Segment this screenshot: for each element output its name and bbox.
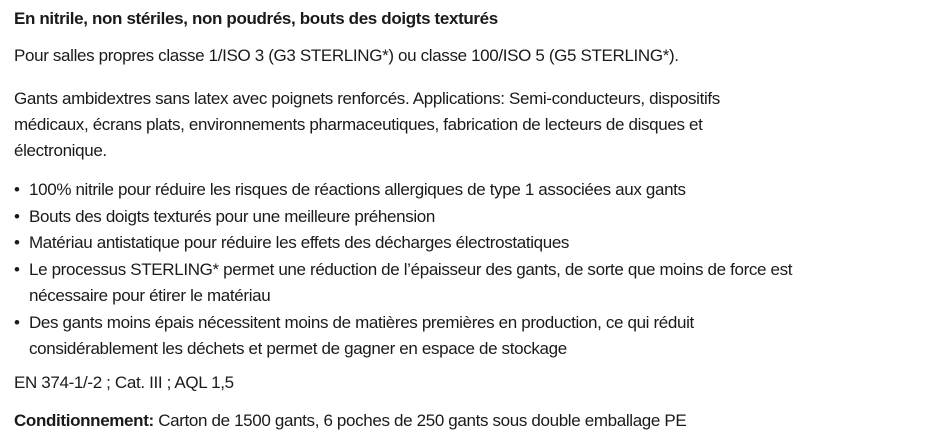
bullet-icon: •: [14, 206, 20, 226]
product-heading: En nitrile, non stériles, non poudrés, b…: [14, 9, 498, 28]
feature-text: Des gants moins épais nécessitent moins …: [29, 312, 694, 332]
feature-text: Le processus STERLING* permet une réduct…: [29, 259, 793, 279]
description-line: Gants ambidextres sans latex avec poigne…: [14, 89, 720, 108]
packaging-text: Carton de 1500 gants, 6 poches de 250 ga…: [153, 411, 687, 430]
description-line: médicaux, écrans plats, environnements p…: [14, 115, 703, 134]
feature-text-continued: considérablement les déchets et permet d…: [29, 339, 567, 358]
feature-item: • Le processus STERLING* permet une rédu…: [14, 257, 792, 310]
feature-item: • Des gants moins épais nécessitent moin…: [14, 310, 792, 363]
feature-list: • 100% nitrile pour réduire les risques …: [14, 177, 792, 363]
description-line: électronique.: [14, 141, 107, 160]
feature-item: • Bouts des doigts texturés pour une mei…: [14, 204, 792, 231]
feature-text: 100% nitrile pour réduire les risques de…: [29, 180, 686, 199]
standards-text: EN 374-1/-2 ; Cat. III ; AQL 1,5: [14, 373, 234, 392]
packaging-label: Conditionnement:: [14, 411, 154, 430]
bullet-icon: •: [14, 180, 20, 199]
feature-text-continued: nécessaire pour étirer le matériau: [29, 286, 271, 305]
bullet-icon: •: [14, 259, 20, 279]
feature-item: • 100% nitrile pour réduire les risques …: [14, 177, 792, 204]
feature-text: Bouts des doigts texturés pour une meill…: [29, 206, 436, 226]
feature-text: Matériau antistatique pour réduire les e…: [29, 233, 570, 252]
feature-item: • Matériau antistatique pour réduire les…: [14, 230, 792, 257]
cleanroom-class-text: Pour salles propres classe 1/ISO 3 (G3 S…: [14, 46, 679, 65]
bullet-icon: •: [14, 312, 20, 332]
packaging-line: Conditionnement: Carton de 1500 gants, 6…: [14, 411, 687, 431]
description-paragraph: Gants ambidextres sans latex avec poigne…: [14, 86, 720, 164]
bullet-icon: •: [14, 233, 20, 252]
product-description: En nitrile, non stériles, non poudrés, b…: [0, 0, 937, 432]
